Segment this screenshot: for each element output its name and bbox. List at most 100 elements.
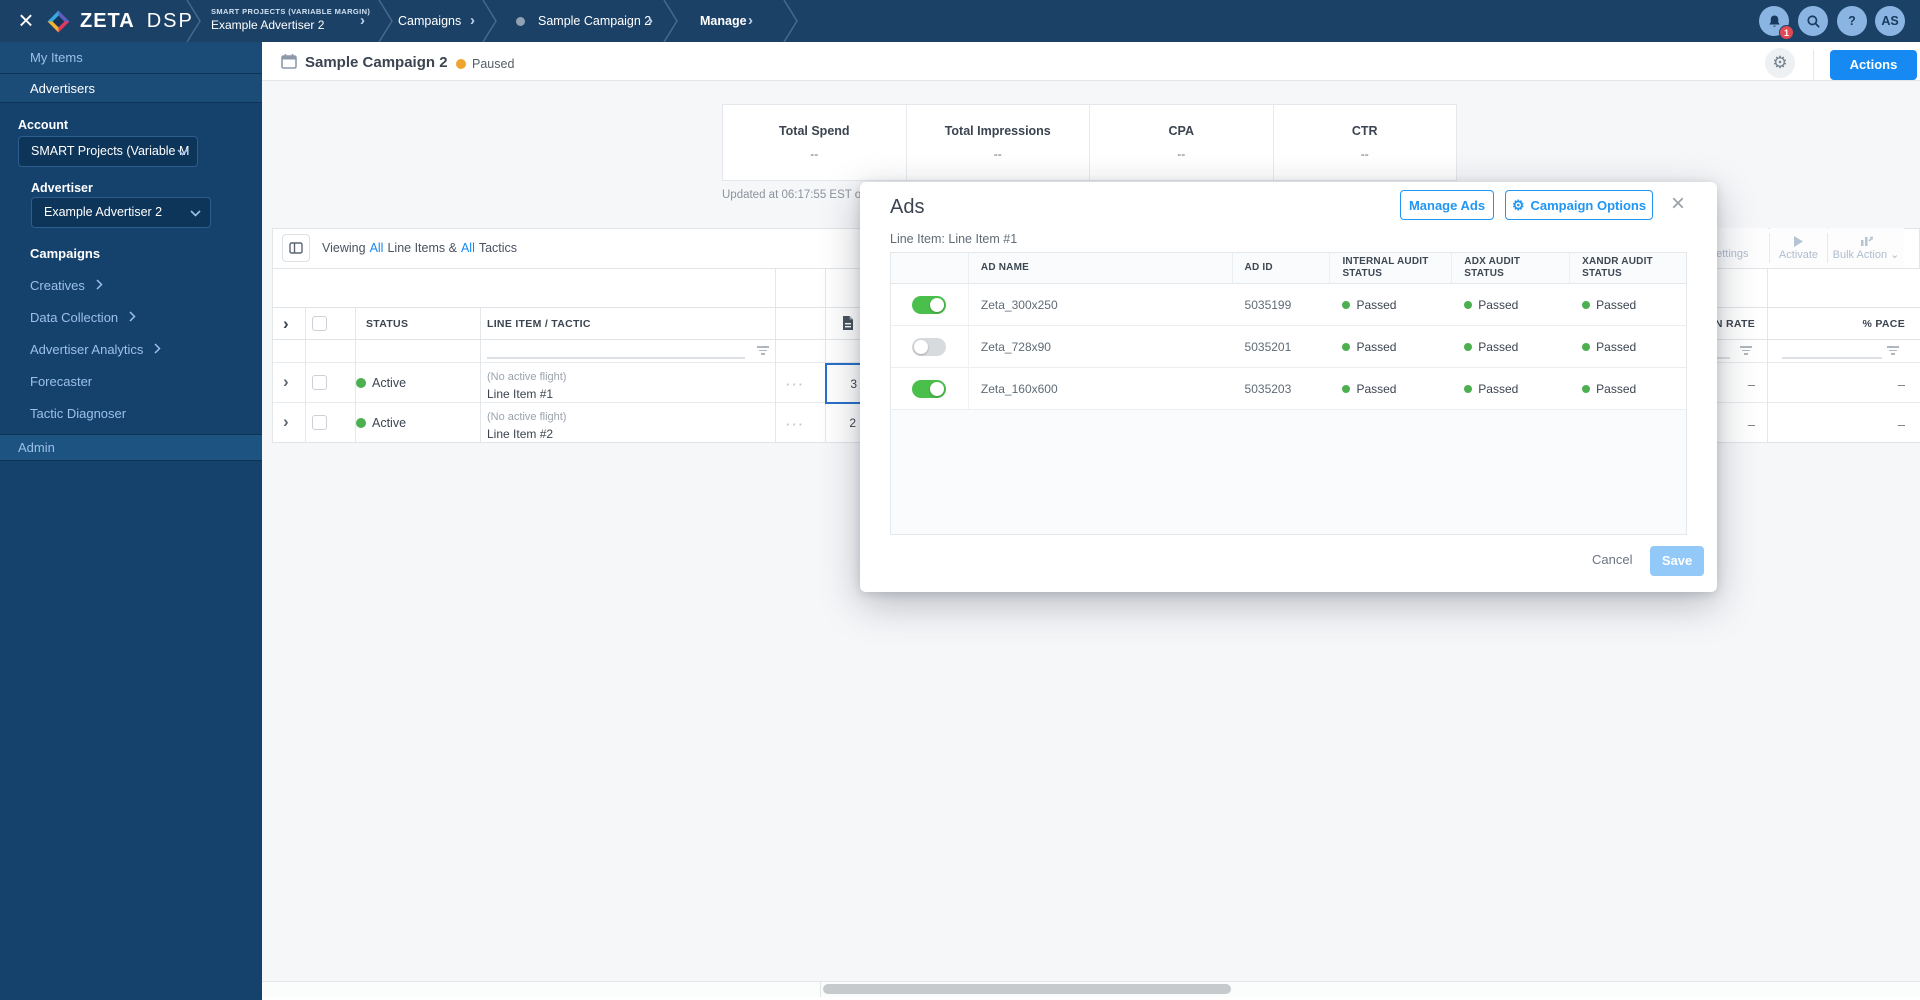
line-item-name[interactable]: Line Item #1 [487, 387, 553, 401]
sidebar: My Items Advertisers Account SMART Proje… [0, 42, 262, 1000]
close-icon[interactable]: × [10, 4, 42, 36]
manage-ads-button[interactable]: Manage Ads [1400, 190, 1494, 220]
filter-icon[interactable] [757, 346, 769, 355]
active-status-dot [356, 378, 366, 388]
column-header-line-item[interactable]: LINE ITEM / TACTIC [487, 318, 591, 330]
flight-note: (No active flight) [487, 411, 567, 423]
row-status: Active [372, 376, 407, 390]
grid-line [775, 268, 776, 443]
row-expander-chevron[interactable]: › [283, 373, 289, 390]
divider [0, 460, 262, 461]
breadcrumb-campaigns[interactable]: Campaigns [398, 0, 461, 42]
breadcrumb-separator [663, 0, 678, 42]
bell-icon [1768, 15, 1780, 27]
breadcrumb-campaign[interactable]: Sample Campaign 2 [538, 0, 651, 42]
sidebar-item-tactic-diagnoser[interactable]: Tactic Diagnoser [30, 406, 126, 421]
breadcrumb-manage[interactable]: Manage [700, 0, 747, 42]
filter-icon[interactable] [1887, 346, 1899, 355]
stat-label: Total Spend [778, 124, 850, 138]
breadcrumb-separator [186, 0, 201, 42]
stat-cpa: CPA -- [1090, 105, 1274, 180]
internal-audit-status: Passed [1342, 382, 1396, 396]
row-status: Active [372, 416, 407, 430]
filter-icon[interactable] [1740, 346, 1752, 355]
modal-close-icon[interactable]: × [1664, 190, 1692, 218]
chevron-down-icon [177, 149, 188, 156]
pace-filter-input[interactable] [1782, 357, 1882, 359]
internal-audit-status: Passed [1342, 340, 1396, 354]
horizontal-scrollbar-thumb[interactable] [823, 984, 1231, 994]
breadcrumb-separator [378, 0, 393, 42]
help-button[interactable]: ? [1837, 6, 1867, 36]
column-header-status[interactable]: STATUS [366, 318, 408, 330]
bulk-action-button[interactable]: Bulk Action ⌄ [1828, 228, 1904, 268]
line-item-filter-input[interactable] [487, 357, 745, 359]
stat-label: Total Impressions [944, 124, 1051, 138]
search-button[interactable] [1798, 6, 1828, 36]
status-label: Paused [472, 57, 515, 71]
breadcrumb-status-dot [516, 17, 525, 26]
stat-total-impressions: Total Impressions -- [907, 105, 1090, 180]
pace-value: – [1897, 377, 1905, 392]
select-all-checkbox[interactable] [312, 316, 327, 331]
actions-button[interactable]: Actions [1830, 50, 1917, 80]
ad-row: Zeta_160x600 5035203 Passed Passed Passe… [891, 368, 1686, 410]
status-text: Passed [1478, 339, 1519, 354]
table-columns-icon [289, 242, 303, 254]
passed-dot [1464, 342, 1473, 351]
stat-value: -- [993, 147, 1002, 161]
activate-button[interactable]: Activate [1770, 228, 1827, 268]
notifications-button[interactable]: 1 [1759, 6, 1794, 40]
row-expander-chevron[interactable]: › [283, 413, 289, 430]
expand-all-chevron[interactable]: › [283, 315, 289, 332]
all-line-items-link[interactable]: All [370, 241, 384, 255]
chevron-right-icon: › [748, 12, 753, 29]
sidebar-item-admin[interactable]: Admin [0, 435, 262, 460]
ad-toggle-on[interactable] [912, 379, 947, 398]
breadcrumb-account[interactable]: SMART PROJECTS (VARIABLE MARGIN) Example… [211, 7, 370, 32]
chevron-right-icon: › [470, 12, 475, 29]
stat-label: CPA [1168, 124, 1194, 138]
brand[interactable]: ZETA DSP [45, 8, 194, 35]
sidebar-item-label: Creatives [30, 278, 85, 293]
stat-value: -- [810, 147, 819, 161]
sidebar-item-advertisers[interactable]: Advertisers [0, 74, 262, 102]
sidebar-item-campaigns[interactable]: Campaigns [30, 246, 100, 261]
save-button[interactable]: Save [1650, 546, 1704, 576]
column-header-internal-audit[interactable]: INTERNAL AUDIT STATUS [1330, 253, 1453, 283]
avatar[interactable]: AS [1875, 6, 1905, 36]
sidebar-item-my-items[interactable]: My Items [0, 42, 262, 73]
account-select[interactable]: SMART Projects (Variable M [18, 136, 198, 167]
column-header-ad-id[interactable]: AD ID [1233, 253, 1331, 283]
sidebar-item-advertiser-analytics[interactable]: Advertiser Analytics [30, 342, 161, 357]
ad-toggle-off[interactable] [912, 337, 947, 356]
row-checkbox[interactable] [312, 415, 327, 430]
line-item-name[interactable]: Line Item #2 [487, 427, 553, 441]
paused-status-dot [456, 59, 466, 69]
row-overflow-menu[interactable]: ··· [786, 417, 805, 432]
activate-label: Activate [1778, 248, 1819, 261]
ad-toggle-on[interactable] [912, 295, 947, 314]
column-header-xandr-audit[interactable]: XANDR AUDIT STATUS [1570, 253, 1686, 283]
advertiser-select[interactable]: Example Advertiser 2 [31, 197, 211, 228]
row-checkbox[interactable] [312, 375, 327, 390]
xandr-audit-status: Passed [1582, 382, 1636, 396]
column-header-pace[interactable]: % PACE [1820, 318, 1905, 330]
sidebar-item-creatives[interactable]: Creatives [30, 278, 103, 293]
toggle-column-header [891, 253, 969, 283]
passed-dot [1464, 300, 1473, 309]
settings-gear-button[interactable]: ⚙ [1765, 48, 1795, 78]
column-header-adx-audit[interactable]: ADX AUDIT STATUS [1452, 253, 1571, 283]
all-tactics-link[interactable]: All [461, 241, 475, 255]
sidebar-item-data-collection[interactable]: Data Collection [30, 310, 136, 325]
zeta-dsp-app: × ZETA DSP SMART PROJECTS (VARIABLE MARG… [0, 0, 1920, 1000]
row-overflow-menu[interactable]: ··· [786, 377, 805, 392]
layout-toggle-button[interactable] [282, 234, 310, 262]
stat-label: CTR [1351, 124, 1378, 138]
column-header-ad-name[interactable]: AD NAME [969, 253, 1233, 283]
cancel-button[interactable]: Cancel [1592, 552, 1632, 567]
divider [0, 102, 262, 103]
campaign-options-button[interactable]: ⚙ Campaign Options [1505, 190, 1653, 220]
stats-summary-card: Total Spend -- Total Impressions -- CPA … [722, 104, 1457, 181]
sidebar-item-forecaster[interactable]: Forecaster [30, 374, 92, 389]
